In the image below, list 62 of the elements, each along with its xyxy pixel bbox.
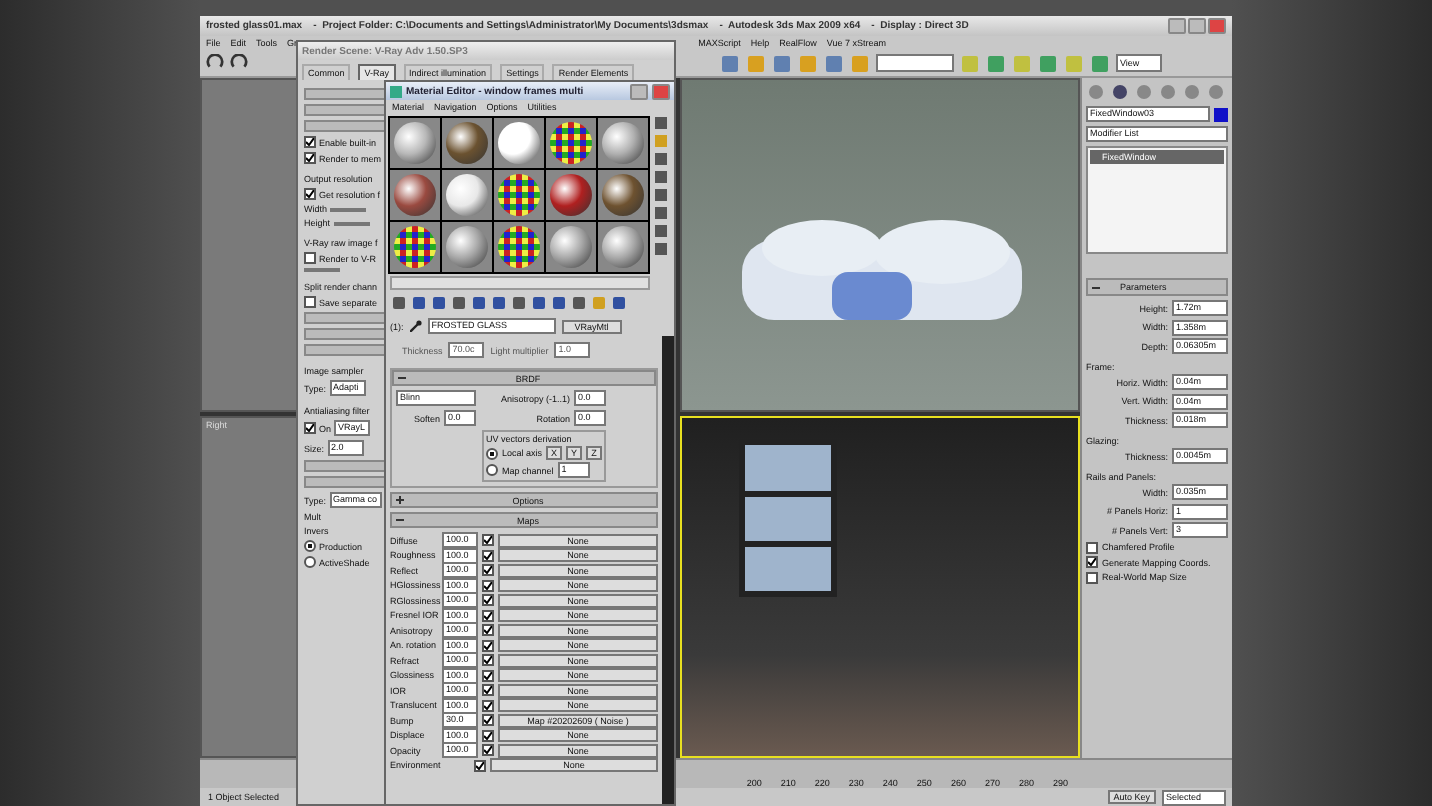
vertical-scrollbar[interactable]	[662, 336, 674, 804]
checkbox[interactable]	[482, 594, 494, 607]
checkbox[interactable]	[304, 136, 316, 148]
checkbox[interactable]	[482, 669, 494, 682]
material-sphere-icon[interactable]	[446, 226, 488, 268]
radio-button[interactable]	[486, 464, 498, 476]
checkbox[interactable]	[482, 549, 494, 562]
radio-button[interactable]	[304, 540, 316, 552]
checkbox[interactable]	[304, 422, 316, 434]
material-sphere-icon[interactable]	[602, 174, 644, 216]
redo-icon[interactable]	[230, 54, 248, 72]
checkbox[interactable]	[482, 684, 494, 697]
checkbox[interactable]	[304, 188, 316, 200]
checkbox[interactable]	[482, 534, 494, 547]
checkbox[interactable]	[482, 744, 494, 757]
rollout-bar[interactable]	[304, 120, 388, 132]
viewport[interactable]	[680, 78, 1080, 412]
material-sphere-icon[interactable]	[550, 226, 592, 268]
horizontal-scrollbar[interactable]	[390, 276, 650, 290]
checkbox[interactable]	[482, 714, 494, 727]
eyedropper-icon[interactable]	[409, 320, 422, 332]
selection-set-dropdown[interactable]	[876, 54, 954, 72]
material-sphere-icon[interactable]	[498, 122, 540, 164]
material-sphere-icon[interactable]	[498, 226, 540, 268]
rollout-bar[interactable]	[304, 476, 388, 488]
material-sphere-icon[interactable]	[394, 226, 436, 268]
material-sphere-icon[interactable]	[602, 226, 644, 268]
checkbox[interactable]	[482, 564, 494, 577]
material-sphere-icon[interactable]	[394, 122, 436, 164]
checkbox[interactable]	[1086, 571, 1098, 583]
checkbox[interactable]	[1086, 541, 1098, 553]
radio-button[interactable]	[304, 556, 316, 568]
checkbox[interactable]	[304, 152, 316, 164]
material-sphere-icon[interactable]	[550, 174, 592, 216]
checkbox[interactable]	[482, 639, 494, 652]
checkbox[interactable]	[474, 759, 486, 772]
rollout-bar[interactable]	[304, 312, 388, 324]
checkbox[interactable]	[482, 654, 494, 667]
material-sphere-icon[interactable]	[602, 122, 644, 164]
rollout-bar[interactable]	[304, 328, 388, 340]
undo-icon[interactable]	[206, 54, 224, 72]
rollout-bar[interactable]	[304, 104, 388, 116]
minimize-button[interactable]	[630, 83, 648, 99]
material-sphere-icon[interactable]	[446, 122, 488, 164]
object-color-swatch[interactable]	[1214, 107, 1228, 121]
rollout-bar[interactable]	[304, 460, 388, 472]
material-sphere-icon[interactable]	[498, 174, 540, 216]
material-sphere-icon[interactable]	[550, 122, 592, 164]
checkbox[interactable]	[482, 624, 494, 637]
checkbox[interactable]	[482, 729, 494, 742]
checkbox[interactable]	[304, 252, 316, 264]
material-sphere-icon[interactable]	[446, 174, 488, 216]
checkbox[interactable]	[304, 296, 316, 308]
checkbox[interactable]	[482, 699, 494, 712]
radio-button[interactable]	[486, 447, 498, 459]
material-sphere-icon[interactable]	[394, 174, 436, 216]
close-button[interactable]	[652, 83, 670, 99]
checkbox[interactable]	[1086, 556, 1098, 568]
checkbox[interactable]	[482, 579, 494, 592]
rollout-bar[interactable]	[304, 344, 388, 356]
rollout-bar[interactable]	[304, 88, 388, 100]
checkbox[interactable]	[482, 609, 494, 622]
